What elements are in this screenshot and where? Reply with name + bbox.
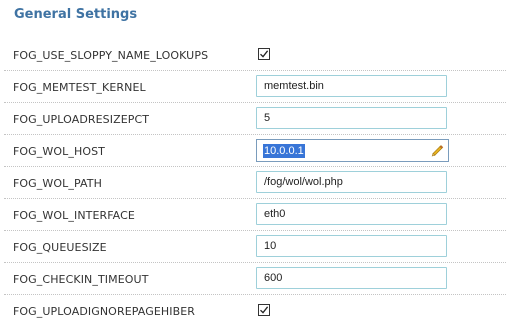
setting-row-wol-interface: FOG_WOL_INTERFACE — [0, 199, 508, 231]
selected-text: 10.0.0.1 — [263, 144, 305, 158]
use-sloppy-name-lookups-checkbox[interactable] — [258, 48, 270, 60]
setting-label: FOG_WOL_PATH — [13, 177, 102, 190]
setting-label: FOG_CHECKIN_TIMEOUT — [13, 273, 149, 286]
memtest-kernel-input[interactable] — [256, 75, 447, 97]
setting-row-wol-host: FOG_WOL_HOST 10.0.0.1 — [0, 135, 508, 167]
setting-row-checkin-timeout: FOG_CHECKIN_TIMEOUT — [0, 263, 508, 295]
wol-path-input[interactable] — [256, 171, 447, 193]
setting-row-memtest-kernel: FOG_MEMTEST_KERNEL — [0, 71, 508, 103]
setting-label: FOG_USE_SLOPPY_NAME_LOOKUPS — [13, 49, 209, 62]
checkmark-icon — [260, 50, 269, 58]
setting-label: FOG_WOL_INTERFACE — [13, 209, 135, 222]
checkin-timeout-input[interactable] — [256, 267, 447, 289]
section-title: General Settings — [14, 7, 138, 22]
settings-table: FOG_USE_SLOPPY_NAME_LOOKUPS FOG_MEMTEST_… — [0, 39, 508, 327]
upload-resize-pct-input[interactable] — [256, 107, 447, 129]
setting-label: FOG_UPLOADIGNOREPAGEHIBER — [13, 305, 196, 318]
pencil-icon[interactable] — [430, 143, 444, 157]
checkmark-icon — [260, 306, 269, 314]
setting-row-queue-size: FOG_QUEUESIZE — [0, 231, 508, 263]
setting-label: FOG_QUEUESIZE — [13, 241, 107, 254]
setting-row-wol-path: FOG_WOL_PATH — [0, 167, 508, 199]
setting-row-upload-resize-pct: FOG_UPLOADRESIZEPCT — [0, 103, 508, 135]
setting-row-upload-ignore-page-hiber: FOG_UPLOADIGNOREPAGEHIBER — [0, 295, 508, 327]
wol-host-input[interactable]: 10.0.0.1 — [256, 139, 449, 162]
setting-label: FOG_MEMTEST_KERNEL — [13, 81, 146, 94]
setting-label: FOG_UPLOADRESIZEPCT — [13, 113, 150, 126]
setting-row-use-sloppy-name-lookups: FOG_USE_SLOPPY_NAME_LOOKUPS — [0, 39, 508, 71]
upload-ignore-page-hiber-checkbox[interactable] — [258, 304, 270, 316]
wol-interface-input[interactable] — [256, 203, 447, 225]
queue-size-input[interactable] — [256, 235, 447, 257]
setting-label: FOG_WOL_HOST — [13, 145, 106, 158]
